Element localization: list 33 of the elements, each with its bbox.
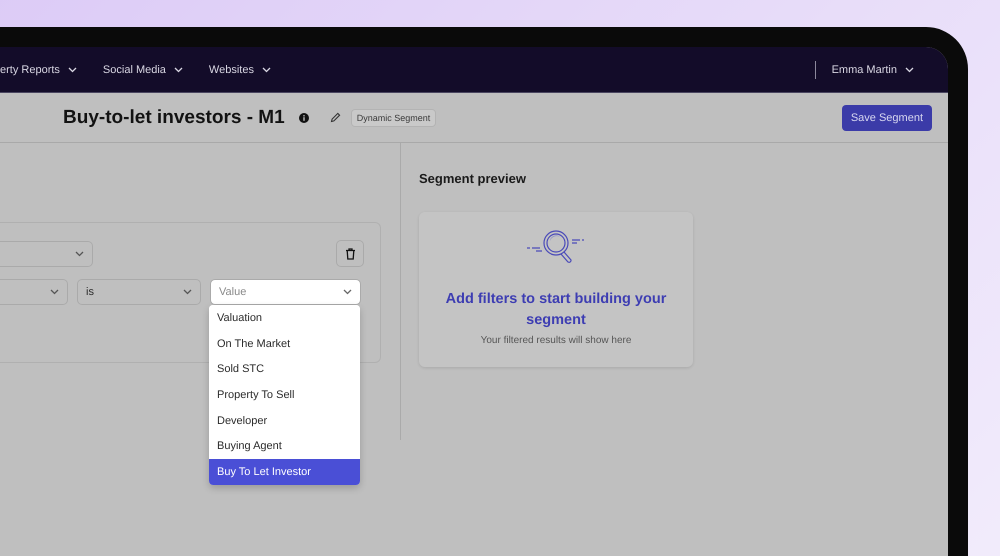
operator-select[interactable]: is: [77, 279, 201, 305]
save-segment-button[interactable]: Save Segment: [842, 104, 932, 130]
dropdown-option[interactable]: Buy To Let Investor: [209, 459, 360, 485]
dropdown-option[interactable]: On The Market: [209, 330, 360, 357]
info-icon[interactable]: [298, 112, 309, 122]
empty-state-heading: Add filters to start building your segment: [444, 290, 668, 330]
chevron-down-icon: [50, 289, 59, 295]
chevron-down-icon: [262, 66, 271, 72]
value-select[interactable]: Value: [210, 279, 361, 305]
dropdown-option[interactable]: Sold STC: [209, 356, 360, 382]
segment-title: Buy-to-let investors - M1: [63, 106, 285, 128]
segment-type-badge: Dynamic Segment: [350, 108, 436, 126]
nav-menu-item[interactable]: Websites: [208, 64, 271, 76]
dropdown-option[interactable]: Property To Sell: [209, 382, 360, 408]
nav-menu-item[interactable]: Social Media: [102, 64, 183, 76]
chevron-down-icon: [343, 289, 352, 295]
chevron-down-icon: [183, 289, 192, 295]
pencil-icon[interactable]: [330, 112, 341, 123]
chevron-down-icon: [174, 66, 183, 72]
field-select[interactable]: [0, 240, 93, 266]
trash-icon: [344, 248, 356, 260]
chevron-down-icon: [75, 250, 84, 256]
dropdown-option[interactable]: Valuation: [209, 305, 360, 331]
preview-title: Segment preview: [419, 171, 527, 186]
empty-state-text: Your filtered results will show here: [480, 335, 632, 346]
chevron-down-icon: [905, 66, 914, 72]
nav-menu-item[interactable]: erty Reports: [0, 64, 77, 76]
dropdown-option[interactable]: Developer: [209, 408, 360, 434]
user-menu[interactable]: Emma Martin: [832, 64, 914, 76]
delete-button[interactable]: [336, 240, 364, 267]
field-select[interactable]: [0, 279, 68, 305]
dropdown-option[interactable]: Buying Agent: [209, 434, 360, 460]
chevron-down-icon: [68, 66, 77, 72]
